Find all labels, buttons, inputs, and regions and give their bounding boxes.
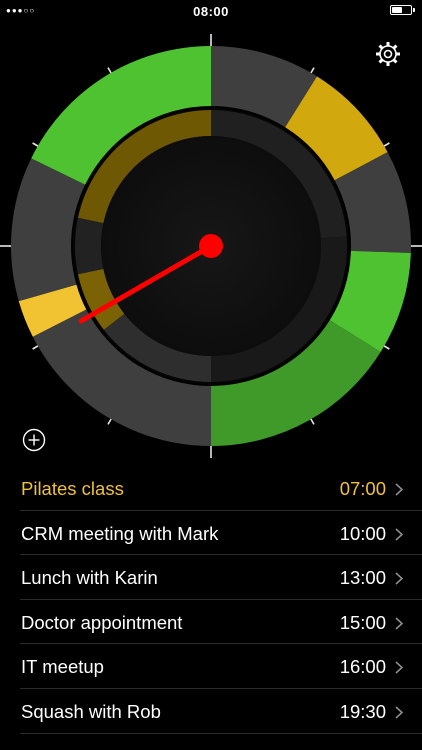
gear-tooth — [392, 44, 398, 50]
event-time: 13:00 — [339, 567, 386, 589]
gear-tooth — [392, 58, 398, 64]
event-row-it-meetup[interactable]: IT meetup 16:00 — [20, 644, 422, 689]
day-clock-dial[interactable] — [0, 0, 422, 460]
gear-icon[interactable] — [374, 40, 402, 68]
gear-tooth — [386, 61, 390, 66]
event-title: Doctor appointment — [21, 611, 183, 633]
gear-tooth — [395, 52, 400, 56]
event-time: 07:00 — [339, 478, 386, 499]
gear-tooth — [378, 44, 384, 50]
chevron-right-icon — [395, 483, 403, 496]
chevron-right-icon — [395, 572, 403, 585]
event-row-squash[interactable]: Squash with Rob 19:30 — [20, 689, 422, 734]
event-time: 10:00 — [339, 522, 386, 544]
event-row-doctor[interactable]: Doctor appointment 15:00 — [20, 600, 422, 645]
event-row-crm-meeting[interactable]: CRM meeting with Mark 10:00 — [20, 511, 422, 556]
chevron-right-icon — [395, 617, 403, 630]
clock-hand-hub — [199, 234, 223, 258]
inner-ring-segment — [74, 217, 104, 275]
gear-tooth — [378, 58, 384, 64]
event-time: 19:30 — [339, 700, 386, 722]
chevron-right-icon — [395, 528, 403, 541]
event-time: 16:00 — [339, 656, 386, 678]
event-title: Squash with Rob — [21, 700, 161, 722]
event-list: Pilates class 07:00 CRM meeting with Mar… — [0, 466, 422, 734]
chevron-right-icon — [395, 661, 403, 674]
plus-circle-icon[interactable] — [22, 428, 46, 452]
event-title: Pilates class — [21, 478, 124, 499]
event-title: IT meetup — [21, 656, 104, 678]
event-time: 15:00 — [339, 611, 386, 633]
chevron-right-icon — [395, 706, 403, 719]
event-title: Lunch with Karin — [21, 567, 158, 589]
gear-tooth — [376, 52, 381, 56]
event-title: CRM meeting with Mark — [21, 522, 219, 544]
gear-tooth — [386, 42, 390, 47]
event-row-lunch[interactable]: Lunch with Karin 13:00 — [20, 555, 422, 600]
event-row-pilates[interactable]: Pilates class 07:00 — [20, 466, 422, 511]
